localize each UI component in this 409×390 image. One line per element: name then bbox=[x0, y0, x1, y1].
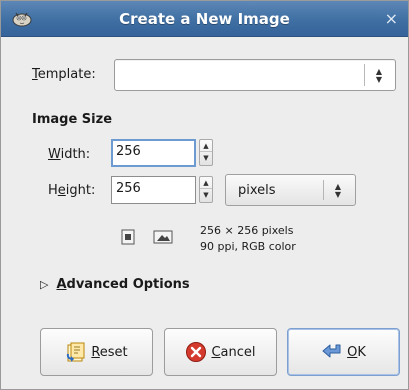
create-image-dialog: Create a New Image × Template: ▲ ▼ Image … bbox=[0, 0, 409, 390]
width-decrement-button[interactable]: ▼ bbox=[200, 152, 212, 164]
combo-arrows-icon: ▲ ▼ bbox=[375, 67, 383, 84]
reset-label-text: eset bbox=[99, 344, 128, 360]
height-spinner[interactable]: ▲ ▼ bbox=[199, 176, 213, 203]
close-icon[interactable]: × bbox=[385, 11, 398, 27]
cancel-icon bbox=[186, 342, 207, 362]
landscape-orientation-icon[interactable] bbox=[153, 230, 173, 244]
ok-label-mnemonic: O bbox=[347, 344, 358, 360]
cancel-label: Cancel bbox=[211, 345, 255, 360]
ok-button[interactable]: OK bbox=[287, 328, 400, 376]
reset-icon bbox=[67, 342, 85, 362]
width-label: Width: bbox=[48, 147, 90, 162]
template-combo[interactable]: ▲ ▼ bbox=[114, 59, 396, 91]
reset-label: Reset bbox=[91, 345, 127, 360]
image-info: 256 × 256 pixels 90 ppi, RGB color bbox=[200, 223, 296, 255]
ok-label: OK bbox=[347, 345, 366, 360]
width-label-mnemonic: W bbox=[48, 147, 61, 162]
portrait-orientation-icon[interactable] bbox=[121, 229, 135, 245]
unit-value: pixels bbox=[238, 183, 276, 198]
window-title: Create a New Image bbox=[119, 10, 290, 28]
title-bar[interactable]: Create a New Image × bbox=[1, 1, 408, 37]
height-label-pre: H bbox=[48, 183, 58, 198]
ok-return-arrow-icon bbox=[322, 344, 341, 358]
width-input[interactable]: 256 bbox=[111, 139, 196, 167]
height-label-mnemonic: e bbox=[57, 183, 66, 198]
ok-label-text: K bbox=[357, 344, 366, 360]
image-dimensions-text: 256 × 256 pixels bbox=[200, 224, 294, 237]
height-input[interactable]: 256 bbox=[111, 176, 196, 204]
unit-arrows-icon: ▲ ▼ bbox=[334, 182, 342, 199]
width-label-text: idth: bbox=[60, 147, 91, 162]
template-label-text: emplate: bbox=[37, 67, 96, 82]
cancel-button[interactable]: Cancel bbox=[164, 328, 277, 376]
height-label: Height: bbox=[48, 183, 95, 198]
image-size-heading: Image Size bbox=[32, 112, 113, 127]
cancel-label-mnemonic: C bbox=[211, 344, 221, 360]
width-increment-button[interactable]: ▲ bbox=[200, 140, 212, 152]
unit-select[interactable]: pixels ▲ ▼ bbox=[225, 174, 356, 206]
advanced-label-mnemonic: A bbox=[56, 277, 67, 292]
advanced-options-expander[interactable]: ▷ Advanced Options bbox=[40, 277, 190, 292]
reset-button[interactable]: Reset bbox=[40, 328, 153, 376]
advanced-label-text: dvanced Options bbox=[66, 277, 190, 292]
unit-separator bbox=[323, 180, 324, 200]
expander-arrow-icon: ▷ bbox=[40, 278, 49, 291]
height-label-post: ight: bbox=[65, 183, 96, 198]
height-decrement-button[interactable]: ▼ bbox=[200, 189, 212, 201]
width-spinner[interactable]: ▲ ▼ bbox=[199, 139, 213, 166]
height-increment-button[interactable]: ▲ bbox=[200, 177, 212, 189]
template-label: Template: bbox=[32, 67, 96, 82]
combo-separator bbox=[364, 64, 365, 86]
image-resolution-text: 90 ppi, RGB color bbox=[200, 240, 296, 253]
reset-label-mnemonic: R bbox=[91, 344, 100, 360]
cancel-label-text: ancel bbox=[220, 344, 256, 360]
